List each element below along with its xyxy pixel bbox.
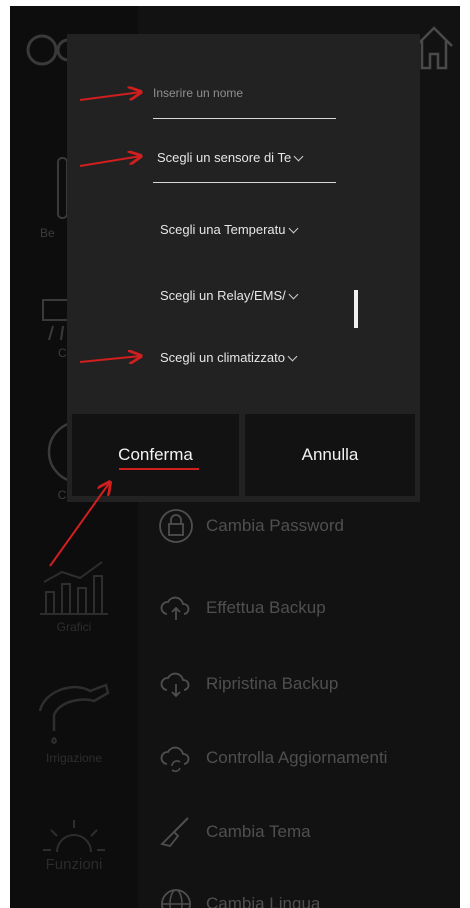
cloud-upload-icon [158, 590, 194, 626]
name-input[interactable]: Inserire un nome [153, 86, 243, 100]
chevron-down-icon [293, 151, 304, 162]
chevron-down-icon [287, 351, 298, 362]
brush-icon [158, 814, 194, 850]
sensor-select[interactable]: Scegli un sensore di Te [157, 150, 304, 165]
sensor-select-underline [153, 182, 336, 183]
relay-select-value: Scegli un Relay/EMS/ [160, 288, 286, 303]
climate-select-value: Scegli un climatizzato [160, 350, 285, 365]
menu-item-label: Ripristina Backup [206, 674, 339, 693]
confirm-annotation-underline [119, 468, 199, 470]
cloud-download-icon [158, 666, 194, 702]
chevron-down-icon [288, 223, 298, 234]
temperature-select[interactable]: Scegli una Temperatu [160, 222, 298, 237]
menu-item-label: Cambia Lingua [206, 894, 321, 908]
name-input-underline [153, 118, 336, 119]
menu-item-label: Controlla Aggiornamenti [206, 748, 388, 767]
climate-select[interactable]: Scegli un climatizzato [160, 350, 298, 365]
confirm-button-label: Conferma [118, 445, 193, 464]
menu-item-label: Effettua Backup [206, 598, 326, 617]
relay-select[interactable]: Scegli un Relay/EMS/ [160, 288, 299, 303]
sidebar-item-label: Irrigazione [45, 751, 103, 765]
sensor-select-value: Scegli un sensore di Te [157, 150, 292, 165]
sun-icon [43, 820, 105, 853]
name-input-placeholder: Inserire un nome [153, 86, 244, 100]
menu-item-cambia-tema[interactable]: Cambia Tema [158, 814, 311, 850]
cancel-button[interactable]: Annulla [245, 414, 415, 496]
app-screen: Be C Crono Grafic [10, 6, 460, 908]
temperature-select-value: Scegli una Temperatu [160, 222, 286, 237]
menu-item-label: Cambia Tema [206, 822, 311, 841]
create-item-dialog: Inserire un nome Scegli un sensore di Te… [67, 34, 420, 502]
sidebar-item-funzioni[interactable]: Funzioni [10, 816, 138, 873]
scrollbar[interactable] [354, 290, 358, 328]
menu-item-cambia-password[interactable]: Cambia Password [158, 508, 344, 544]
sidebar-item-irrigazione[interactable]: Irrigazione [10, 671, 138, 765]
menu-item-controlla-aggiornamenti[interactable]: Controlla Aggiornamenti [158, 740, 387, 776]
chevron-down-icon [288, 289, 299, 300]
sidebar-item-grafici[interactable]: Grafici [10, 556, 138, 634]
sidebar-item-label: Funzioni [45, 856, 103, 873]
confirm-button[interactable]: Conferma [72, 414, 239, 496]
menu-item-effettua-backup[interactable]: Effettua Backup [158, 590, 326, 626]
menu-item-label: Cambia Password [206, 516, 344, 535]
globe-icon [158, 886, 194, 908]
faucet-icon [38, 683, 110, 744]
menu-item-ripristina-backup[interactable]: Ripristina Backup [158, 666, 338, 702]
cloud-sync-icon [158, 740, 194, 776]
sidebar-item-label: Grafici [56, 620, 92, 634]
cancel-button-label: Annulla [301, 445, 359, 464]
menu-item-cambia-lingua[interactable]: Cambia Lingua [158, 886, 320, 908]
chart-icon [40, 561, 108, 615]
lock-icon [158, 508, 194, 544]
